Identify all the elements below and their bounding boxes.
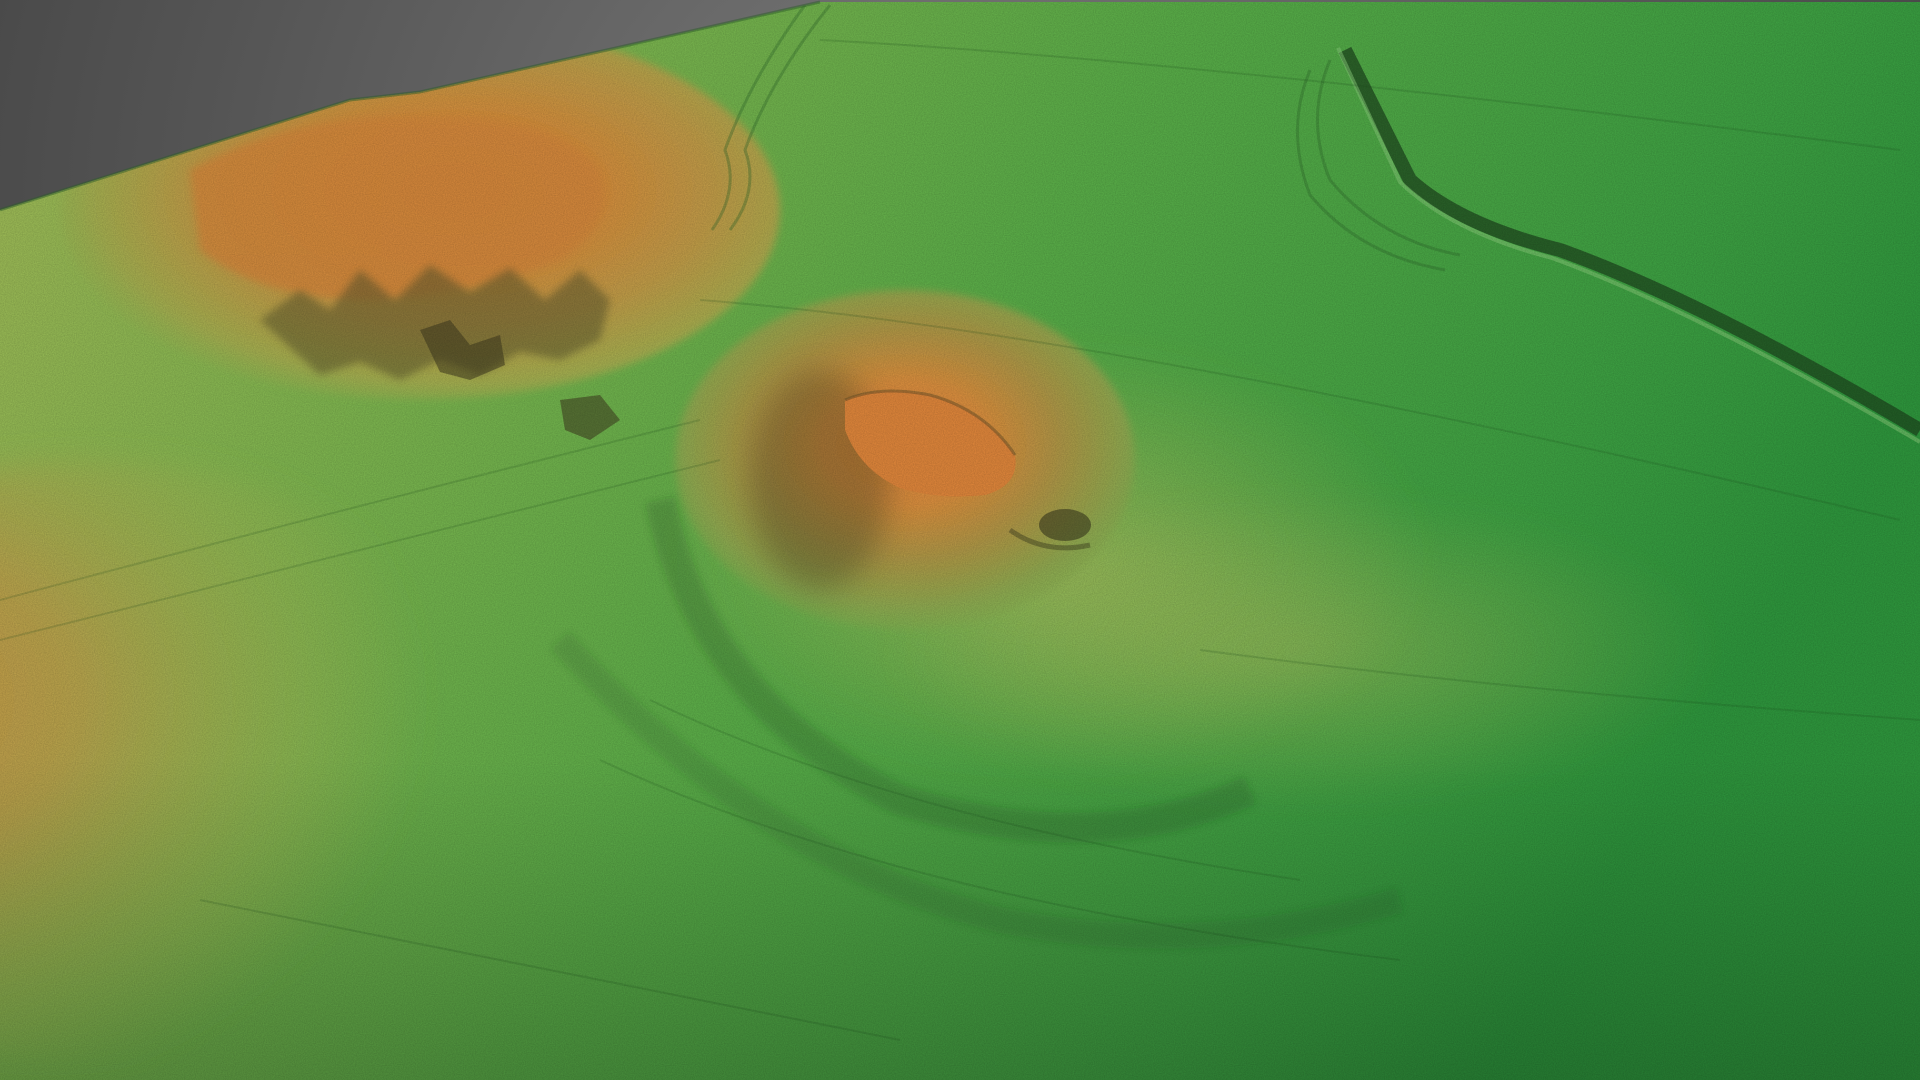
terrain-surface: [0, 2, 1920, 1080]
terrain-viewport[interactable]: [0, 0, 1920, 1080]
terrain-model[interactable]: [0, 0, 1920, 1080]
